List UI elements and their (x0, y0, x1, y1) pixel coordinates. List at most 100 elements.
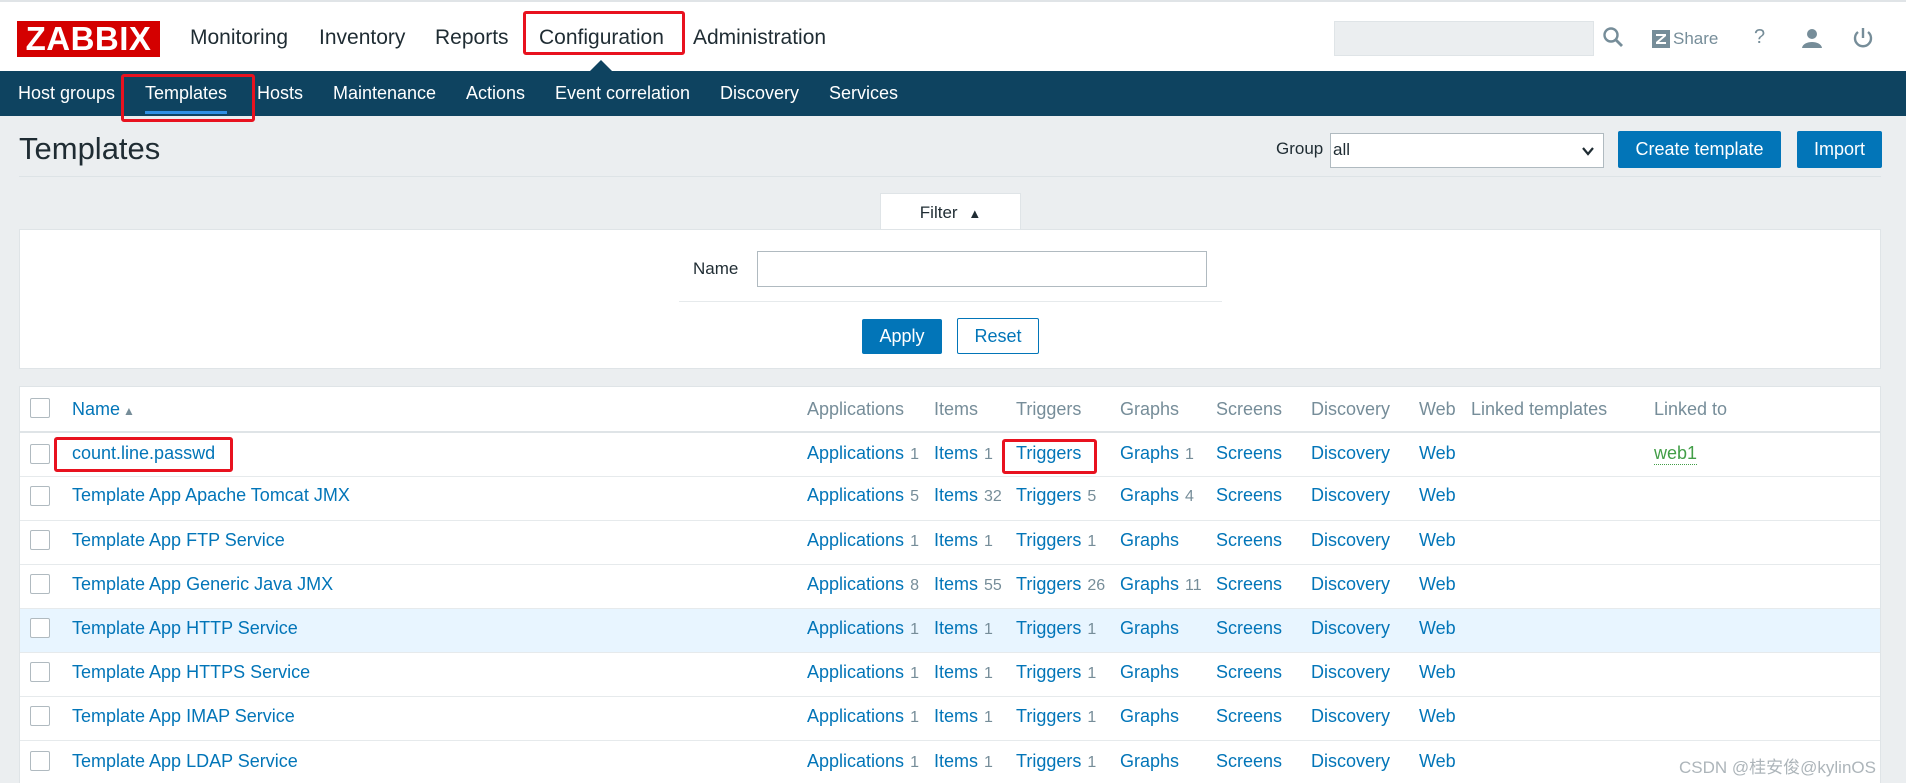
global-search-input[interactable] (1334, 21, 1594, 56)
create-template-button[interactable]: Create template (1618, 131, 1781, 168)
nav-reports[interactable]: Reports (435, 26, 509, 50)
nav-monitoring[interactable]: Monitoring (190, 26, 288, 50)
row-checkbox[interactable] (30, 486, 50, 506)
applications-link[interactable]: Applications 1 (807, 662, 919, 683)
template-name-link[interactable]: count.line.passwd (72, 443, 215, 464)
web-link[interactable]: Web (1419, 751, 1456, 772)
row-checkbox[interactable] (30, 530, 50, 550)
apply-button[interactable]: Apply (862, 319, 942, 354)
template-name-link[interactable]: Template App FTP Service (72, 530, 285, 551)
subnav-services[interactable]: Services (829, 83, 898, 104)
row-checkbox[interactable] (30, 444, 50, 464)
items-link[interactable]: Items 55 (934, 574, 1002, 595)
web-link[interactable]: Web (1419, 574, 1456, 595)
screens-link[interactable]: Screens (1216, 530, 1282, 551)
items-link[interactable]: Items 1 (934, 530, 993, 551)
row-checkbox[interactable] (30, 574, 50, 594)
template-name-link[interactable]: Template App Apache Tomcat JMX (72, 485, 350, 506)
triggers-link[interactable]: Triggers 1 (1016, 751, 1096, 772)
triggers-link[interactable]: Triggers 1 (1016, 618, 1096, 639)
discovery-link[interactable]: Discovery (1311, 443, 1390, 464)
subnav-discovery[interactable]: Discovery (720, 83, 799, 104)
graphs-link[interactable]: Graphs (1120, 751, 1179, 772)
zabbix-logo[interactable]: ZABBIX (17, 21, 160, 57)
filter-tab[interactable]: Filter ▲ (880, 193, 1021, 230)
nav-administration[interactable]: Administration (693, 26, 826, 50)
graphs-link[interactable]: Graphs (1120, 706, 1179, 727)
screens-link[interactable]: Screens (1216, 706, 1282, 727)
discovery-link[interactable]: Discovery (1311, 662, 1390, 683)
subnav-host-groups[interactable]: Host groups (18, 83, 115, 104)
row-checkbox[interactable] (30, 662, 50, 682)
graphs-link[interactable]: Graphs (1120, 530, 1179, 551)
discovery-link[interactable]: Discovery (1311, 706, 1390, 727)
linked-to-link[interactable]: web1 (1654, 443, 1698, 465)
discovery-link[interactable]: Discovery (1311, 530, 1390, 551)
column-header-name[interactable]: Name ▲ (72, 399, 135, 420)
triggers-link[interactable]: Triggers 1 (1016, 530, 1096, 551)
discovery-link[interactable]: Discovery (1311, 751, 1390, 772)
screens-link[interactable]: Screens (1216, 443, 1282, 464)
template-name-link[interactable]: Template App IMAP Service (72, 706, 295, 727)
applications-link[interactable]: Applications 1 (807, 443, 919, 464)
user-icon[interactable] (1801, 27, 1823, 49)
template-name-link[interactable]: Template App LDAP Service (72, 751, 298, 772)
template-name-link[interactable]: Template App HTTP Service (72, 618, 298, 639)
screens-link[interactable]: Screens (1216, 485, 1282, 506)
screens-link[interactable]: Screens (1216, 751, 1282, 772)
items-link[interactable]: Items 1 (934, 618, 993, 639)
web-link[interactable]: Web (1419, 530, 1456, 551)
row-checkbox[interactable] (30, 618, 50, 638)
graphs-link[interactable]: Graphs 11 (1120, 574, 1202, 595)
help-icon[interactable]: ? (1754, 26, 1765, 49)
triggers-link[interactable]: Triggers 1 (1016, 662, 1096, 683)
search-icon[interactable] (1602, 26, 1624, 48)
template-name-link[interactable]: Template App Generic Java JMX (72, 574, 333, 595)
applications-link[interactable]: Applications 1 (807, 530, 919, 551)
applications-link[interactable]: Applications 1 (807, 706, 919, 727)
triggers-link[interactable]: Triggers 26 (1016, 574, 1105, 595)
screens-link[interactable]: Screens (1216, 574, 1282, 595)
graphs-link[interactable]: Graphs (1120, 662, 1179, 683)
select-all-checkbox[interactable] (30, 398, 50, 418)
screens-link[interactable]: Screens (1216, 662, 1282, 683)
graphs-link[interactable]: Graphs 4 (1120, 485, 1194, 506)
template-name-link[interactable]: Template App HTTPS Service (72, 662, 310, 683)
subnav-actions[interactable]: Actions (466, 83, 525, 104)
nav-inventory[interactable]: Inventory (319, 26, 405, 50)
triggers-link[interactable]: Triggers 1 (1016, 706, 1096, 727)
applications-link[interactable]: Applications 5 (807, 485, 919, 506)
subnav-maintenance[interactable]: Maintenance (333, 83, 436, 104)
items-link[interactable]: Items 1 (934, 751, 993, 772)
items-link[interactable]: Items 32 (934, 485, 1002, 506)
nav-configuration[interactable]: Configuration (539, 26, 664, 50)
subnav-event-correlation[interactable]: Event correlation (555, 83, 690, 104)
filter-name-input[interactable] (757, 251, 1207, 287)
web-link[interactable]: Web (1419, 662, 1456, 683)
subnav-hosts[interactable]: Hosts (257, 83, 303, 104)
import-button[interactable]: Import (1797, 131, 1882, 168)
applications-link[interactable]: Applications 1 (807, 618, 919, 639)
discovery-link[interactable]: Discovery (1311, 485, 1390, 506)
discovery-link[interactable]: Discovery (1311, 618, 1390, 639)
applications-link[interactable]: Applications 8 (807, 574, 919, 595)
triggers-link[interactable]: Triggers (1016, 443, 1087, 464)
screens-link[interactable]: Screens (1216, 618, 1282, 639)
graphs-link[interactable]: Graphs 1 (1120, 443, 1194, 464)
power-icon[interactable] (1852, 27, 1874, 49)
group-select[interactable]: all (1330, 133, 1604, 168)
share-button[interactable]: Share (1652, 28, 1718, 50)
web-link[interactable]: Web (1419, 443, 1456, 464)
triggers-link[interactable]: Triggers 5 (1016, 485, 1096, 506)
applications-link[interactable]: Applications 1 (807, 751, 919, 772)
web-link[interactable]: Web (1419, 706, 1456, 727)
items-link[interactable]: Items 1 (934, 662, 993, 683)
graphs-link[interactable]: Graphs (1120, 618, 1179, 639)
reset-button[interactable]: Reset (957, 318, 1039, 354)
web-link[interactable]: Web (1419, 618, 1456, 639)
discovery-link[interactable]: Discovery (1311, 574, 1390, 595)
web-link[interactable]: Web (1419, 485, 1456, 506)
subnav-templates[interactable]: Templates (145, 83, 227, 104)
items-link[interactable]: Items 1 (934, 443, 993, 464)
row-checkbox[interactable] (30, 751, 50, 771)
